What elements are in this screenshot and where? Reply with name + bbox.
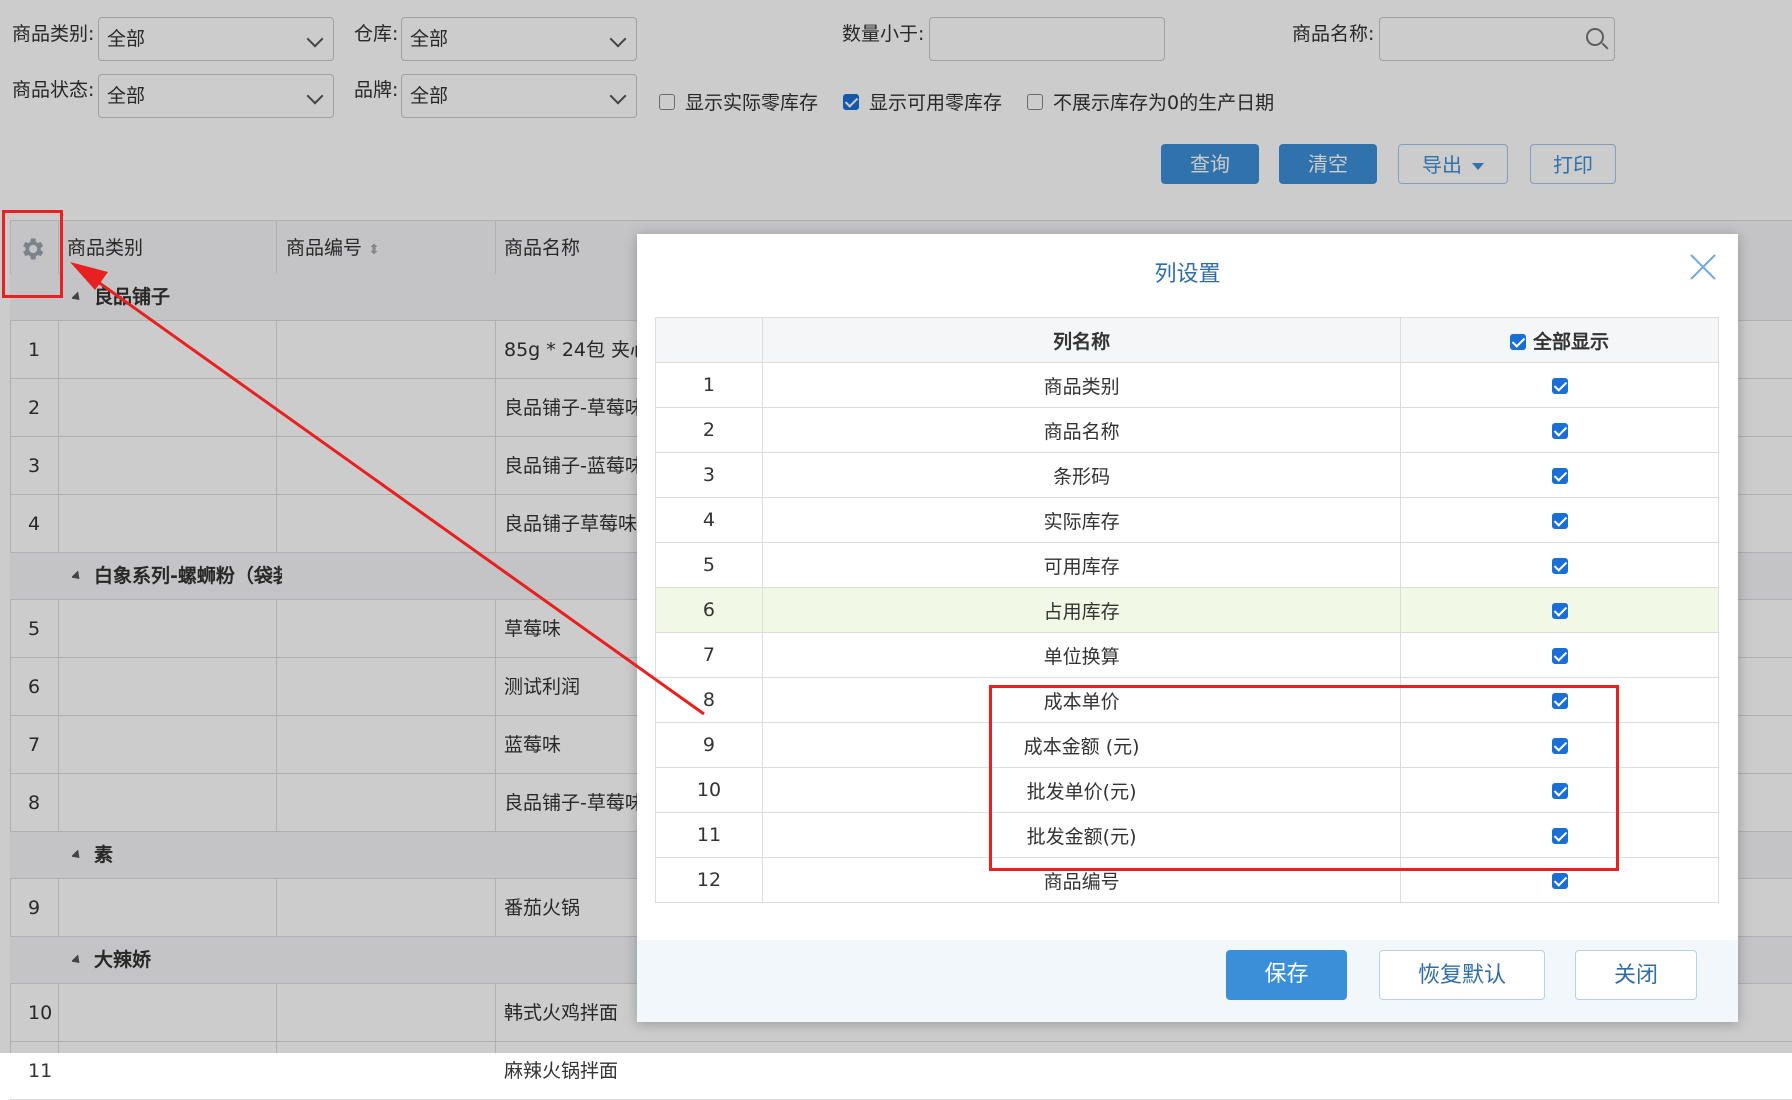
annotation-arrow (70, 262, 705, 716)
